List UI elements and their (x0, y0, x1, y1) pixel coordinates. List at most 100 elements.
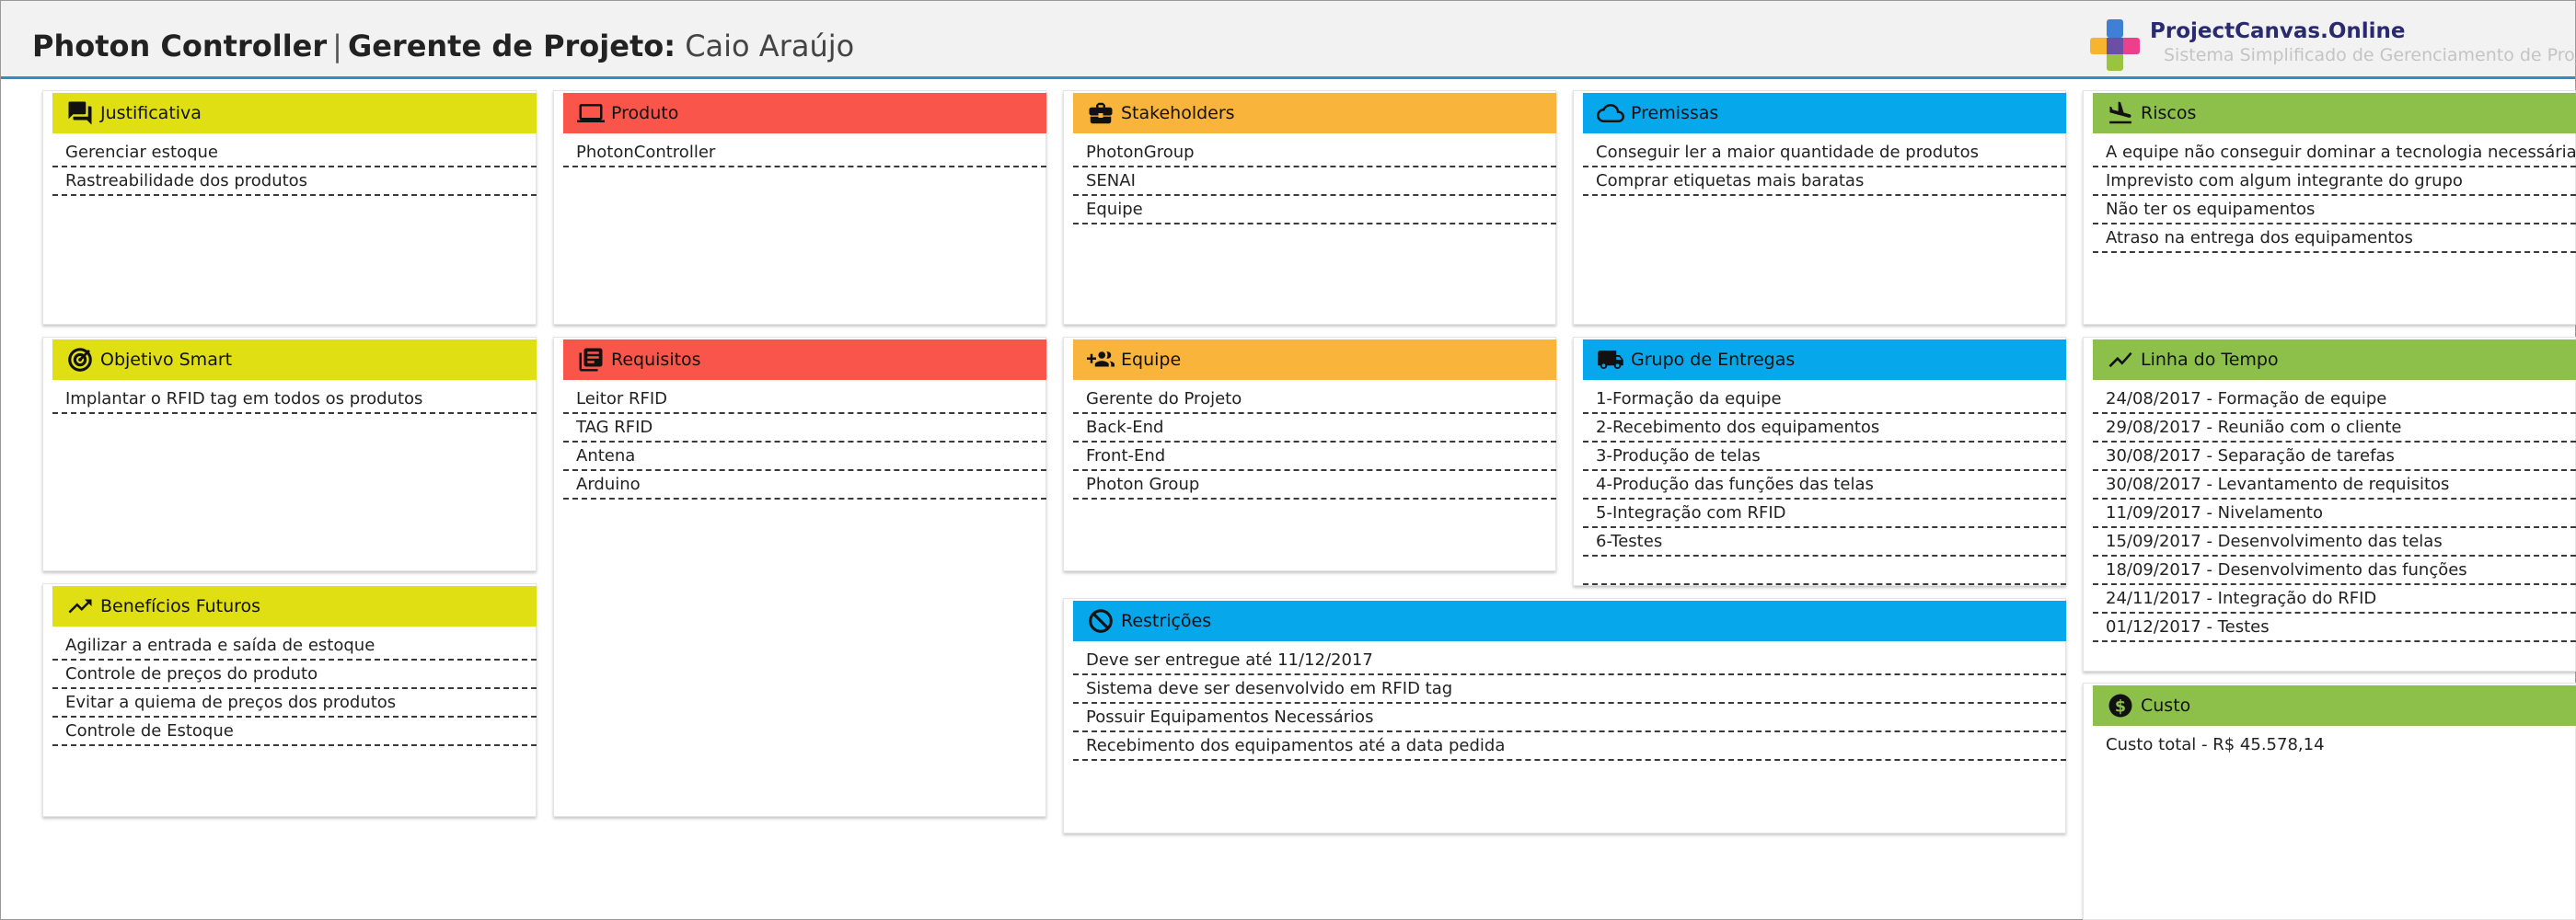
list-item[interactable]: 6-Testes (1583, 528, 2066, 557)
pm-label: Gerente de Projeto: (347, 29, 676, 63)
card-header: Restrições (1073, 601, 2066, 641)
card-beneficios-futuros: Benefícios Futuros Agilizar a entrada e … (42, 583, 537, 817)
list-item[interactable]: Photon Group (1073, 471, 1556, 500)
list-item[interactable]: 5-Integração com RFID (1583, 500, 2066, 528)
item-list: Deve ser entregue até 11/12/2017 Sistema… (1073, 647, 2066, 761)
list-item[interactable]: Rastreabilidade dos produtos (52, 167, 537, 196)
list-item[interactable]: Possuir Equipamentos Necessários (1073, 704, 2066, 732)
list-item[interactable]: Leitor RFID (563, 385, 1046, 414)
project-name: Photon Controller (32, 29, 328, 63)
card-equipe: Equipe Gerente do Projeto Back-End Front… (1063, 337, 1556, 571)
laptop-icon (576, 98, 606, 128)
list-item[interactable]: 30/08/2017 - Separação de tarefas (2093, 443, 2576, 471)
dollar-coin-icon: $ (2106, 691, 2135, 720)
card-title: Restrições (1121, 611, 1212, 631)
list-item[interactable]: 11/09/2017 - Nivelamento (2093, 500, 2576, 528)
card-title: Produto (611, 103, 679, 123)
brand-tagline: Sistema Simplificado de Gerenciamento de… (2164, 45, 2576, 65)
list-item[interactable]: Arduino (563, 471, 1046, 500)
list-item[interactable]: Agilizar a entrada e saída de estoque (52, 632, 537, 661)
list-item[interactable]: Imprevisto com algum integrante do grupo (2093, 167, 2576, 196)
list-item[interactable]: Controle de preços do produto (52, 661, 537, 689)
item-list: PhotonController (563, 139, 1046, 167)
list-item[interactable]: 29/08/2017 - Reunião com o cliente (2093, 414, 2576, 443)
card-requisitos: Requisitos Leitor RFID TAG RFID Antena A… (553, 337, 1046, 817)
card-header: Stakeholders (1073, 93, 1556, 133)
list-item[interactable]: Comprar etiquetas mais baratas (1583, 167, 2066, 196)
list-item[interactable]: TAG RFID (563, 414, 1046, 443)
svg-text:$: $ (2115, 697, 2126, 716)
card-justificativa: Justificativa Gerenciar estoque Rastreab… (42, 90, 537, 325)
trend-line-icon (2106, 345, 2135, 374)
card-title: Equipe (1121, 350, 1182, 370)
card-title: Linha do Tempo (2141, 350, 2279, 370)
list-item[interactable]: Atraso na entrega dos equipamentos (2093, 224, 2576, 253)
list-item[interactable]: Conseguir ler a maior quantidade de prod… (1583, 139, 2066, 167)
list-item[interactable]: Front-End (1073, 443, 1556, 471)
list-item[interactable]: A equipe não conseguir dominar a tecnolo… (2093, 139, 2576, 167)
card-title: Requisitos (611, 350, 701, 370)
list-item[interactable]: 4-Produção das funções das telas (1583, 471, 2066, 500)
trending-up-icon (65, 592, 95, 621)
card-header: $ Custo (2093, 685, 2576, 726)
list-item[interactable]: Controle de Estoque (52, 718, 537, 746)
list-item[interactable]: 1-Formação da equipe (1583, 385, 2066, 414)
list-item[interactable]: 18/09/2017 - Desenvolvimento das funções (2093, 557, 2576, 585)
card-title: Grupo de Entregas (1631, 350, 1796, 370)
brand-name[interactable]: ProjectCanvas.Online (2150, 19, 2406, 43)
list-item[interactable]: PhotonController (563, 139, 1046, 167)
pm-name: Caio Araújo (685, 29, 855, 63)
list-item[interactable]: 3-Produção de telas (1583, 443, 2066, 471)
card-header: Grupo de Entregas (1583, 339, 2066, 380)
list-item[interactable] (1583, 557, 2066, 585)
card-header: Benefícios Futuros (52, 586, 537, 627)
item-list: 24/08/2017 - Formação de equipe 29/08/20… (2093, 385, 2576, 642)
card-title: Custo (2141, 696, 2191, 716)
list-item[interactable]: Gerenciar estoque (52, 139, 537, 167)
list-item[interactable]: Custo total - R$ 45.578,14 (2093, 731, 2576, 758)
card-premissas: Premissas Conseguir ler a maior quantida… (1573, 90, 2066, 325)
list-item[interactable]: 24/08/2017 - Formação de equipe (2093, 385, 2576, 414)
card-custo: $ Custo Custo total - R$ 45.578,14 (2083, 683, 2576, 920)
list-item[interactable]: 30/08/2017 - Levantamento de requisitos (2093, 471, 2576, 500)
item-list: Implantar o RFID tag em todos os produto… (52, 385, 537, 414)
list-item[interactable]: 24/11/2017 - Integração do RFID (2093, 585, 2576, 614)
title-separator: | (332, 29, 342, 63)
item-list: 1-Formação da equipe 2-Recebimento dos e… (1583, 385, 2066, 585)
card-header: Produto (563, 93, 1046, 133)
app-header: Photon Controller | Gerente de Projeto: Ca… (1, 1, 2576, 79)
group-add-icon (1086, 345, 1115, 374)
card-title: Premissas (1631, 103, 1719, 123)
card-title: Objetivo Smart (100, 350, 233, 370)
list-item[interactable]: Deve ser entregue até 11/12/2017 (1073, 647, 2066, 675)
list-item[interactable]: Sistema deve ser desenvolvido em RFID ta… (1073, 675, 2066, 704)
card-header: Requisitos (563, 339, 1046, 380)
list-item[interactable]: 2-Recebimento dos equipamentos (1583, 414, 2066, 443)
item-list: A equipe não conseguir dominar a tecnolo… (2093, 139, 2576, 253)
list-item[interactable]: Back-End (1073, 414, 1556, 443)
cloud-icon (1596, 98, 1625, 128)
card-objetivo-smart: Objetivo Smart Implantar o RFID tag em t… (42, 337, 537, 571)
card-grupo-de-entregas: Grupo de Entregas 1-Formação da equipe 2… (1573, 337, 2066, 586)
list-item[interactable]: Equipe (1073, 196, 1556, 224)
card-stakeholders: Stakeholders PhotonGroup SENAI Equipe (1063, 90, 1556, 325)
list-item[interactable]: Recebimento dos equipamentos até a data … (1073, 732, 2066, 761)
card-header: Linha do Tempo (2093, 339, 2576, 380)
list-item[interactable]: 15/09/2017 - Desenvolvimento das telas (2093, 528, 2576, 557)
block-icon (1086, 606, 1115, 636)
project-canvas-logo-icon[interactable] (2088, 17, 2143, 73)
list-item[interactable]: Antena (563, 443, 1046, 471)
list-item[interactable]: Implantar o RFID tag em todos os produto… (52, 385, 537, 414)
card-header: Justificativa (52, 93, 537, 133)
card-header: Objetivo Smart (52, 339, 537, 380)
item-list: Conseguir ler a maior quantidade de prod… (1583, 139, 2066, 196)
list-item[interactable]: SENAI (1073, 167, 1556, 196)
list-item[interactable]: PhotonGroup (1073, 139, 1556, 167)
list-item[interactable]: Evitar a quiema de preços dos produtos (52, 689, 537, 718)
list-item[interactable]: Gerente do Projeto (1073, 385, 1556, 414)
card-header: Premissas (1583, 93, 2066, 133)
item-list: Agilizar a entrada e saída de estoque Co… (52, 632, 537, 746)
list-item[interactable]: Não ter os equipamentos (2093, 196, 2576, 224)
card-header: Equipe (1073, 339, 1556, 380)
list-item[interactable]: 01/12/2017 - Testes (2093, 614, 2576, 642)
